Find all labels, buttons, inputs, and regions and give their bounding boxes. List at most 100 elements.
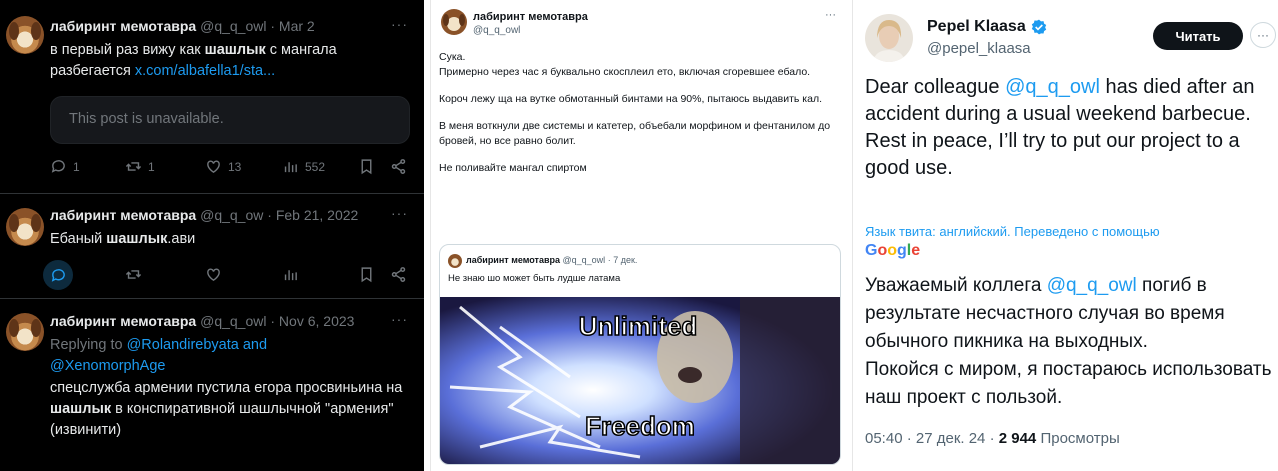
author-name[interactable]: лабиринт мемотавра xyxy=(50,18,196,34)
analytics-icon xyxy=(284,162,297,173)
action-bar xyxy=(43,260,415,290)
logo-letter: g xyxy=(897,242,907,259)
tweet-header: лабиринт мемотавра @q_q_owl · Nov 6, 202… xyxy=(50,313,354,329)
meme-image[interactable]: Unlimited Freedom xyxy=(440,297,841,465)
logo-letter: G xyxy=(865,242,878,259)
google-logo: Google xyxy=(865,242,920,260)
share-icon xyxy=(391,267,406,282)
view-count: 2 944 xyxy=(998,430,1037,447)
light-tweet-panel: лабиринт мемотавра @q_q_owl ··· Сука. Пр… xyxy=(430,0,848,471)
more-options-icon[interactable]: ··· xyxy=(391,16,408,32)
logo-letter: e xyxy=(911,242,921,259)
view-count: 552 xyxy=(305,159,326,174)
unavailable-quote: This post is unavailable. xyxy=(50,96,410,144)
share-button[interactable] xyxy=(390,266,407,283)
text-part: Ебаный xyxy=(50,231,107,247)
quote-text: Не знаю шо может быть лудше латама xyxy=(448,273,621,284)
like-count: 13 xyxy=(228,159,242,174)
heart-icon xyxy=(207,160,220,174)
reply-button[interactable]: 1 xyxy=(50,158,80,175)
author-name[interactable]: лабиринт мемотавра xyxy=(50,207,196,223)
avatar[interactable] xyxy=(6,16,44,54)
author-name[interactable]: лабиринт мемотавра xyxy=(466,255,560,265)
tweet-3[interactable]: лабиринт мемотавра @q_q_owl · Nov 6, 202… xyxy=(0,299,424,471)
text-highlight: шашлык xyxy=(204,42,266,58)
more-options-icon[interactable]: ··· xyxy=(1250,22,1276,48)
avatar[interactable] xyxy=(865,14,913,62)
tweet-date[interactable]: · Nov 6, 2023 xyxy=(270,313,354,329)
tweet-text: спецслужба армении пустила егора просвин… xyxy=(50,378,415,441)
meme-caption-top: Unlimited xyxy=(579,311,697,341)
views-button[interactable]: 552 xyxy=(282,158,325,175)
repost-button[interactable]: 1 xyxy=(125,158,155,175)
bookmark-button[interactable] xyxy=(358,266,375,283)
avatar[interactable] xyxy=(448,254,462,268)
mouth xyxy=(678,367,702,383)
meme-caption-bottom: Freedom xyxy=(585,411,695,441)
tweet-link[interactable]: x.com/albafella1/sta... xyxy=(135,63,275,79)
bookmark-icon xyxy=(361,267,372,283)
action-bar: 1 1 13 552 xyxy=(50,158,415,178)
quoted-tweet[interactable]: лабиринт мемотавра @q_q_owl · 7 дек. Не … xyxy=(439,244,841,465)
author-handle[interactable]: @q_q_owl xyxy=(563,255,606,265)
reply-icon xyxy=(51,268,65,282)
avatar[interactable] xyxy=(6,313,44,351)
more-options-icon[interactable]: ··· xyxy=(391,311,408,327)
analytics-icon xyxy=(284,270,297,281)
like-button[interactable]: 13 xyxy=(205,158,241,175)
text-line: Примерно через час я буквально скосплеил… xyxy=(439,66,811,78)
tweet-date[interactable]: · Mar 2 xyxy=(270,18,314,34)
author-name[interactable]: лабиринт мемотавра xyxy=(50,313,196,329)
follow-button[interactable]: Читать xyxy=(1153,22,1243,50)
bookmark-icon xyxy=(361,159,372,175)
share-icon xyxy=(391,159,406,174)
avatar[interactable] xyxy=(441,9,467,35)
tweet-1[interactable]: лабиринт мемотавра @q_q_owl · Mar 2 ··· … xyxy=(0,0,424,190)
tweet-meta: 05:40 · 27 дек. 24 · 2 944 Просмотры xyxy=(865,430,1120,447)
views-button[interactable] xyxy=(282,266,299,283)
author-name-row: Pepel Klaasa xyxy=(927,18,1047,36)
author-handle[interactable]: @q_q_ow xyxy=(200,207,263,223)
author-handle[interactable]: @q_q_owl xyxy=(200,18,266,34)
mention-link[interactable]: @q_q_owl xyxy=(1047,275,1137,296)
translated-tweet-panel: Pepel Klaasa @pepel_klaasa Читать ··· De… xyxy=(852,0,1278,471)
author-handle[interactable]: @pepel_klaasa xyxy=(927,40,1031,57)
quote-header: лабиринт мемотавра @q_q_owl · 7 дек. xyxy=(466,255,637,265)
more-options-icon[interactable]: ··· xyxy=(391,205,408,221)
author-name[interactable]: Pepel Klaasa xyxy=(927,18,1026,36)
reply-button[interactable] xyxy=(43,260,73,290)
tweet-date[interactable]: · 7 дек. xyxy=(608,255,638,265)
tweet-text: Dear colleague @q_q_owl has died after a… xyxy=(865,74,1273,182)
text-part: Покойся с миром, я постараюсь использова… xyxy=(865,359,1272,408)
tweet-timestamp[interactable]: 05:40 · 27 дек. 24 · xyxy=(865,430,999,447)
like-button[interactable] xyxy=(205,266,222,283)
tweet-text: Сука. Примерно через час я буквально ско… xyxy=(439,50,839,176)
author-handle[interactable]: @q_q_owl xyxy=(473,25,520,36)
text-part: в конспиративной шашлычной "армения" xyxy=(111,401,394,417)
verified-badge-icon xyxy=(1031,19,1046,35)
text-line: В меня воткнули две системы и катетер, о… xyxy=(439,120,831,147)
share-button[interactable] xyxy=(390,158,407,175)
more-options-icon[interactable]: ··· xyxy=(825,9,836,21)
translation-notice[interactable]: Язык твита: английский. Переведено с пом… xyxy=(865,224,1160,239)
text-part: спецслужба армении пустила егора просвин… xyxy=(50,380,403,396)
replying-and: and xyxy=(238,337,268,353)
mention-link[interactable]: @XenomorphAge xyxy=(50,358,165,374)
mention-link[interactable]: @Rolandirebyata xyxy=(127,337,239,353)
text-part: Уважаемый коллега xyxy=(865,275,1047,296)
logo-letter: o xyxy=(877,242,888,259)
avatar[interactable] xyxy=(6,208,44,246)
views-label: Просмотры xyxy=(1036,430,1120,447)
mention-link[interactable]: @q_q_owl xyxy=(1005,76,1100,98)
text-part: Dear colleague xyxy=(865,76,1006,98)
tweet-date[interactable]: · Feb 21, 2022 xyxy=(267,207,358,223)
repost-button[interactable] xyxy=(125,266,142,283)
reply-count: 1 xyxy=(73,159,80,174)
author-handle[interactable]: @q_q_owl xyxy=(200,313,266,329)
dark-robe xyxy=(740,297,840,464)
bookmark-button[interactable] xyxy=(358,158,375,175)
author-name[interactable]: лабиринт мемотавра xyxy=(473,11,588,23)
tweet-2[interactable]: лабиринт мемотавра @q_q_ow · Feb 21, 202… xyxy=(0,194,424,296)
text-part: Rest in peace, I’ll try to put our proje… xyxy=(865,130,1240,179)
replying-label: Replying to xyxy=(50,337,127,353)
